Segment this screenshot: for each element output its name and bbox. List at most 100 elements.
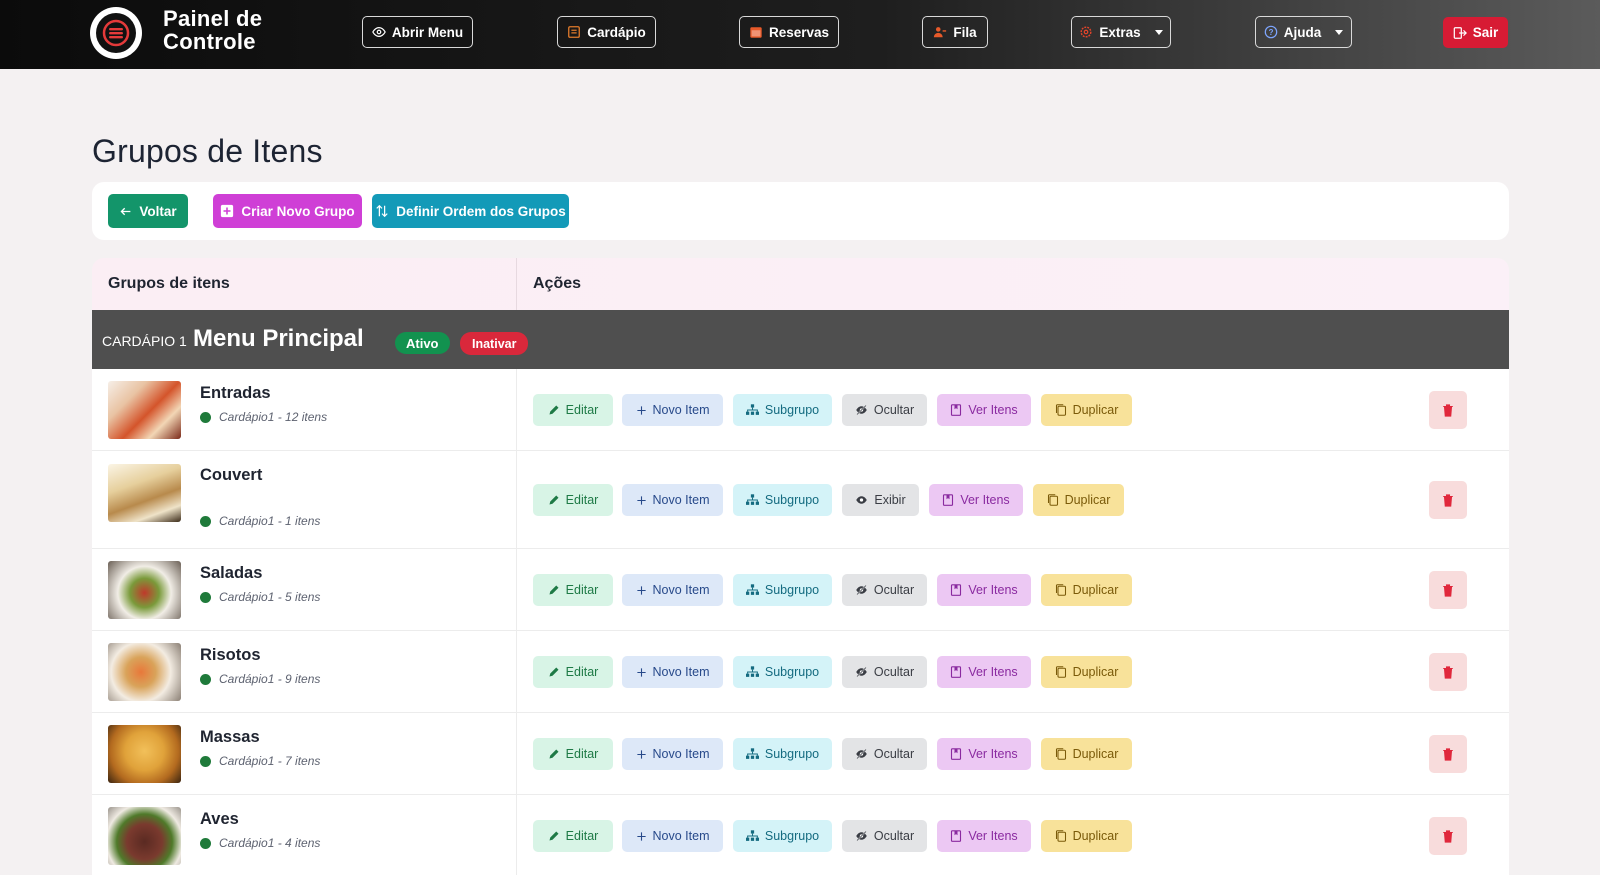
edit-button[interactable]: Editar — [533, 574, 613, 606]
delete-button[interactable] — [1429, 481, 1467, 519]
visibility-button[interactable]: Ocultar — [842, 656, 927, 688]
new-item-button[interactable]: Novo Item — [622, 656, 723, 688]
edit-button[interactable]: Editar — [533, 738, 613, 770]
subgroup-button[interactable]: Subgrupo — [733, 820, 832, 852]
view-items-button[interactable]: Ver Itens — [929, 484, 1023, 516]
back-button[interactable]: Voltar — [108, 194, 188, 228]
table-header: Grupos de itens Ações — [92, 258, 1509, 310]
divider — [516, 713, 517, 794]
logout-icon — [1453, 26, 1467, 39]
new-item-button[interactable]: Novo Item — [622, 574, 723, 606]
svg-text:?: ? — [1268, 28, 1273, 37]
column-header-actions: Ações — [533, 275, 582, 292]
plus-square-icon — [221, 204, 234, 218]
nav-abrir-menu[interactable]: Abrir Menu — [362, 16, 473, 48]
visibility-button[interactable]: Ocultar — [842, 738, 927, 770]
nav-fila[interactable]: Fila — [922, 16, 988, 48]
group-thumbnail — [108, 725, 181, 783]
edit-button[interactable]: Editar — [533, 820, 613, 852]
duplicate-button[interactable]: Duplicar — [1041, 738, 1132, 770]
trash-icon — [1443, 829, 1453, 843]
active-dot — [200, 411, 211, 423]
edit-button[interactable]: Editar — [533, 394, 613, 426]
visibility-button[interactable]: Ocultar — [842, 574, 927, 606]
visibility-button[interactable]: Exibir — [842, 484, 919, 516]
logo[interactable] — [90, 7, 142, 59]
table-row: Saladas Cardápio1 - 5 itens Editar Novo … — [92, 549, 1509, 631]
calendar-icon — [750, 27, 762, 38]
duplicate-button[interactable]: Duplicar — [1041, 394, 1132, 426]
new-item-button[interactable]: Novo Item — [622, 394, 723, 426]
menu-band: CARDÁPIO 1 Menu Principal Ativo Inativar — [92, 310, 1509, 369]
new-item-button[interactable]: Novo Item — [622, 738, 723, 770]
subgroup-button[interactable]: Subgrupo — [733, 484, 832, 516]
group-name: Massas — [200, 728, 260, 746]
view-items-button[interactable]: Ver Itens — [937, 574, 1031, 606]
pencil-icon — [549, 585, 559, 595]
gear-icon — [1080, 26, 1092, 38]
order-groups-button[interactable]: Definir Ordem dos Grupos — [372, 194, 569, 228]
visibility-button[interactable]: Ocultar — [842, 820, 927, 852]
nav-cardapio[interactable]: Cardápio — [557, 16, 656, 48]
delete-button[interactable] — [1429, 571, 1467, 609]
view-items-button[interactable]: Ver Itens — [937, 656, 1031, 688]
subgroup-button[interactable]: Subgrupo — [733, 738, 832, 770]
edit-button[interactable]: Editar — [533, 656, 613, 688]
subgroup-button[interactable]: Subgrupo — [733, 394, 832, 426]
duplicate-button[interactable]: Duplicar — [1041, 574, 1132, 606]
trash-icon — [1443, 493, 1453, 507]
bookmark-icon — [951, 404, 962, 416]
group-meta: Cardápio1 - 5 itens — [200, 590, 320, 604]
arrow-left-icon — [120, 207, 131, 215]
new-item-button[interactable]: Novo Item — [622, 820, 723, 852]
new-item-button[interactable]: Novo Item — [622, 484, 723, 516]
pencil-icon — [549, 749, 559, 759]
nav-reservas[interactable]: Reservas — [739, 16, 839, 48]
active-dot — [200, 755, 211, 767]
group-meta: Cardápio1 - 12 itens — [200, 410, 327, 424]
hierarchy-icon — [745, 748, 759, 759]
deactivate-button[interactable]: Inativar — [460, 332, 529, 355]
eye-slash-icon — [856, 404, 867, 416]
group-meta: Cardápio1 - 4 itens — [200, 836, 320, 850]
status-badge: Ativo — [395, 332, 450, 354]
view-items-button[interactable]: Ver Itens — [937, 394, 1031, 426]
duplicate-button[interactable]: Duplicar — [1041, 656, 1132, 688]
copy-icon — [1055, 748, 1066, 760]
eye-icon — [856, 496, 868, 504]
logout-button[interactable]: Sair — [1443, 17, 1508, 48]
group-name: Saladas — [200, 564, 263, 582]
nav-ajuda-dropdown[interactable]: ? Ajuda — [1255, 16, 1352, 48]
nav-extras-dropdown[interactable]: Extras — [1071, 16, 1171, 48]
plus-icon — [636, 585, 646, 595]
delete-button[interactable] — [1429, 735, 1467, 773]
users-icon — [934, 27, 947, 38]
edit-button[interactable]: Editar — [533, 484, 613, 516]
plus-icon — [636, 405, 646, 415]
view-items-button[interactable]: Ver Itens — [937, 738, 1031, 770]
bookmark-icon — [943, 494, 954, 506]
delete-button[interactable] — [1429, 653, 1467, 691]
visibility-button[interactable]: Ocultar — [842, 394, 927, 426]
pencil-icon — [549, 495, 559, 505]
divider — [516, 258, 517, 310]
actions-card: Voltar Criar Novo Grupo Definir Ordem do… — [92, 182, 1509, 240]
view-items-button[interactable]: Ver Itens — [937, 820, 1031, 852]
trash-icon — [1443, 665, 1453, 679]
delete-button[interactable] — [1429, 391, 1467, 429]
subgroup-button[interactable]: Subgrupo — [733, 574, 832, 606]
table-row: Aves Cardápio1 - 4 itens Editar Novo Ite… — [92, 795, 1509, 875]
subgroup-button[interactable]: Subgrupo — [733, 656, 832, 688]
duplicate-button[interactable]: Duplicar — [1033, 484, 1124, 516]
delete-button[interactable] — [1429, 817, 1467, 855]
divider — [516, 795, 517, 875]
hierarchy-icon — [745, 666, 759, 677]
group-thumbnail — [108, 381, 181, 439]
group-name: Couvert — [200, 466, 263, 484]
hierarchy-icon — [745, 494, 759, 505]
group-thumbnail — [108, 807, 181, 865]
create-group-button[interactable]: Criar Novo Grupo — [213, 194, 362, 228]
duplicate-button[interactable]: Duplicar — [1041, 820, 1132, 852]
active-dot — [200, 837, 211, 849]
menu-name: Menu Principal — [193, 325, 364, 352]
